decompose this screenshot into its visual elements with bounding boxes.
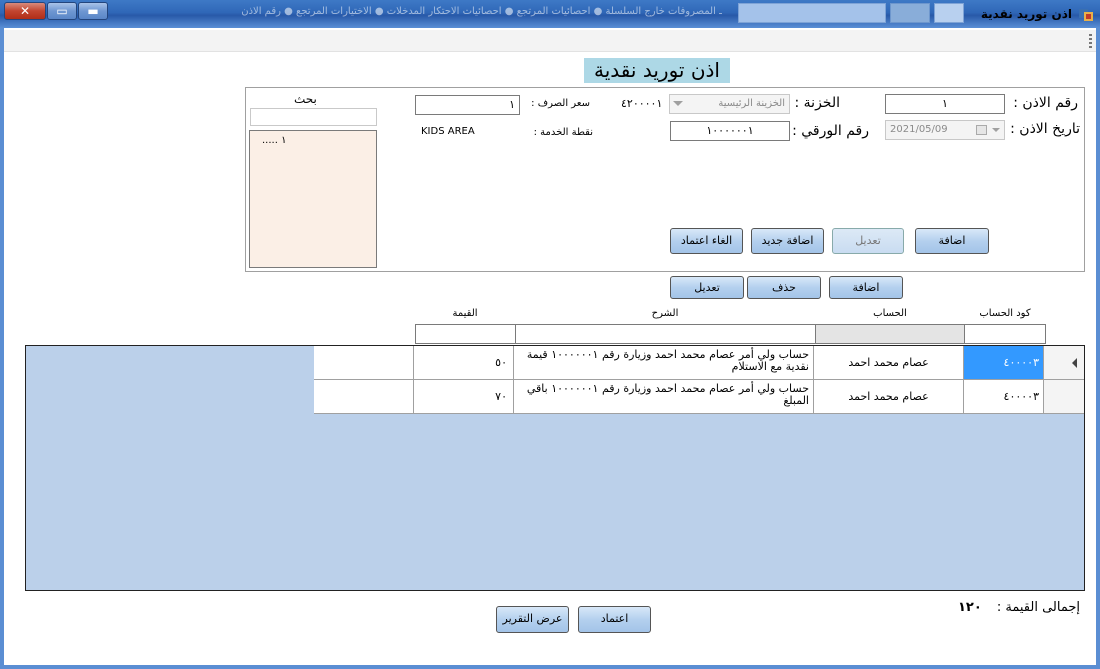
treasury-code: ٤٢٠٠٠٠١ bbox=[621, 97, 663, 110]
account-code-input[interactable] bbox=[964, 324, 1046, 344]
account-header: الحساب bbox=[873, 308, 907, 319]
value-input[interactable] bbox=[415, 324, 516, 344]
treasury-select[interactable]: الخزينة الرئيسية bbox=[669, 94, 790, 114]
cell-account-code[interactable]: ٤٠٠٠٠٣ bbox=[964, 346, 1044, 380]
voucher-no-label: رقم الاذن : bbox=[1013, 95, 1078, 111]
voucher-date-value: 2021/05/09 bbox=[890, 124, 948, 135]
treasury-label: الخزنة : bbox=[794, 95, 841, 111]
chevron-down-icon bbox=[673, 101, 683, 106]
account-input bbox=[815, 324, 965, 344]
detail-add-button[interactable]: اضافة bbox=[829, 276, 903, 299]
current-row-arrow-icon bbox=[1072, 358, 1077, 368]
window-title-bar[interactable]: ✕ ▭ ▬ ـ المصروفات خارج السلسلة ● احصائيا… bbox=[0, 0, 1100, 28]
service-point-label: نقطة الخدمة : bbox=[533, 127, 593, 138]
background-tabs-text: ـ المصروفات خارج السلسلة ● احصائيات المر… bbox=[241, 6, 722, 17]
show-report-button[interactable]: عرض التقرير bbox=[496, 606, 569, 633]
add-button[interactable]: اضافة bbox=[915, 228, 989, 254]
exchange-rate-field[interactable]: ١ bbox=[415, 95, 520, 115]
cell-account[interactable]: عصام محمد احمد bbox=[814, 346, 964, 380]
voucher-list[interactable]: ١ ..... bbox=[249, 130, 377, 268]
cell-account[interactable]: عصام محمد احمد bbox=[814, 380, 964, 414]
list-item[interactable]: ١ ..... bbox=[262, 135, 286, 146]
title-bar-field-3 bbox=[934, 3, 964, 23]
maximize-button[interactable]: ▭ bbox=[47, 2, 77, 20]
cell-account-code[interactable]: ٤٠٠٠٠٣ bbox=[964, 380, 1044, 414]
search-label: بحث bbox=[294, 92, 317, 106]
cell-extra[interactable] bbox=[314, 380, 414, 414]
paper-no-label: رقم الورقي : bbox=[792, 123, 869, 139]
total-value: ١٢٠ bbox=[958, 600, 982, 615]
close-icon: ✕ bbox=[19, 4, 31, 18]
voucher-date-picker[interactable]: 2021/05/09 bbox=[885, 120, 1005, 140]
edit-button[interactable]: تعديل bbox=[832, 228, 904, 254]
calendar-icon bbox=[976, 125, 987, 135]
minimize-icon: ▬ bbox=[87, 4, 99, 18]
value-header: القيمة bbox=[452, 308, 478, 319]
treasury-value: الخزينة الرئيسية bbox=[718, 98, 785, 109]
cancel-approval-button[interactable]: الغاء اعتماد bbox=[670, 228, 743, 254]
approve-button[interactable]: اعتماد bbox=[578, 606, 651, 633]
toolstrip bbox=[4, 30, 1096, 52]
account-code-header: كود الحساب bbox=[979, 308, 1031, 319]
detail-delete-button[interactable]: حذف bbox=[747, 276, 821, 299]
maximize-icon: ▭ bbox=[56, 4, 68, 18]
cell-extra[interactable] bbox=[314, 346, 414, 380]
cell-value[interactable]: ٧٠ bbox=[414, 380, 514, 414]
minimize-button[interactable]: ▬ bbox=[78, 2, 108, 20]
details-grid[interactable]: ٤٠٠٠٠٣ عصام محمد احمد حساب ولي أمر عصام … bbox=[25, 345, 1085, 591]
form-title: اذن توريد نقدية bbox=[584, 58, 730, 83]
paper-no-field[interactable]: ١٠٠٠٠٠٠١ bbox=[670, 121, 790, 141]
exchange-rate-label: سعر الصرف : bbox=[531, 98, 590, 109]
voucher-no-field[interactable]: ١ bbox=[885, 94, 1005, 114]
row-header[interactable] bbox=[1044, 380, 1084, 414]
cell-description[interactable]: حساب ولي أمر عصام محمد احمد وزيارة رقم ١… bbox=[514, 380, 814, 414]
window-title: اذن توريد نقدية bbox=[980, 7, 1072, 21]
cell-description[interactable]: حساب ولي أمر عصام محمد احمد وزيارة رقم ١… bbox=[514, 346, 814, 380]
toolstrip-grip-icon[interactable] bbox=[1089, 34, 1092, 48]
detail-edit-button[interactable]: تعديل bbox=[670, 276, 744, 299]
title-bar-field-2 bbox=[890, 3, 930, 23]
description-header: الشرح bbox=[651, 308, 679, 319]
title-bar-field bbox=[738, 3, 886, 23]
voucher-date-label: تاريخ الاذن : bbox=[1010, 121, 1080, 137]
description-input[interactable] bbox=[515, 324, 816, 344]
service-point-value: KIDS AREA bbox=[421, 126, 475, 137]
cell-value[interactable]: ٥٠ bbox=[414, 346, 514, 380]
add-new-button[interactable]: اضافة جديد bbox=[751, 228, 824, 254]
chevron-down-icon bbox=[992, 128, 1000, 132]
total-label: إجمالى القيمة : bbox=[996, 600, 1080, 615]
app-icon bbox=[1079, 9, 1093, 21]
row-header[interactable] bbox=[1044, 346, 1084, 380]
close-button[interactable]: ✕ bbox=[4, 2, 46, 20]
search-input[interactable] bbox=[250, 108, 377, 126]
